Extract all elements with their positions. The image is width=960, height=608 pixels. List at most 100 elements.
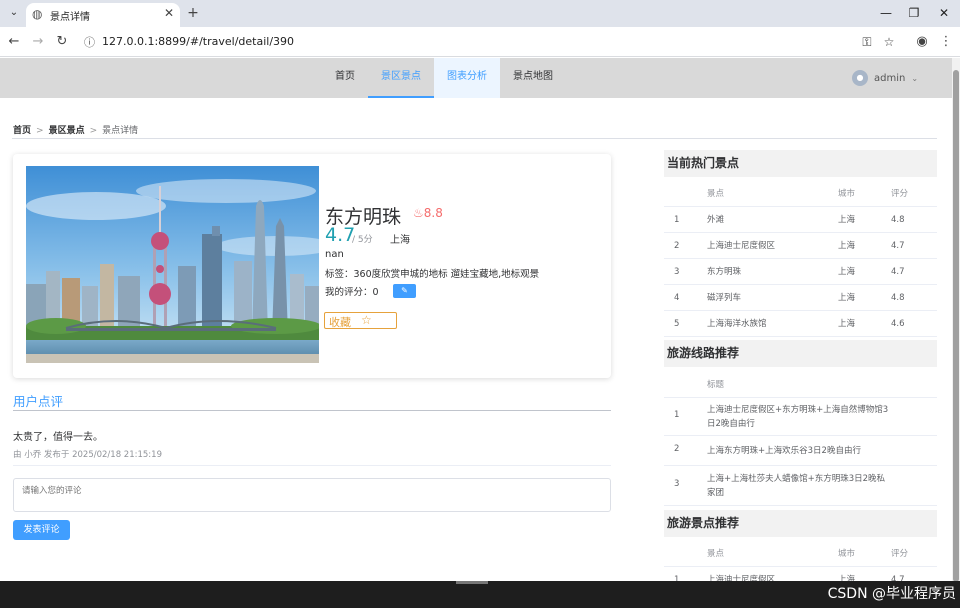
row-city: 上海 bbox=[838, 319, 856, 329]
globe-icon: ◍ bbox=[32, 7, 43, 21]
edit-icon: ✎ bbox=[401, 286, 408, 295]
header-city: 城市 bbox=[838, 549, 856, 559]
header-city: 城市 bbox=[838, 189, 856, 199]
top-menu: 首页 景区景点 图表分析 景点地图 bbox=[322, 58, 566, 98]
browser-tab[interactable]: ◍ 景点详情 ✕ bbox=[26, 3, 180, 27]
row-city: 上海 bbox=[838, 215, 856, 225]
row-name[interactable]: 上海海洋水族馆 bbox=[707, 311, 767, 337]
row-title[interactable]: 上海迪士尼度假区+东方明珠+上海自然博物馆3日2晚自由行 bbox=[707, 403, 892, 431]
user-name: admin bbox=[874, 72, 906, 84]
row-city: 上海 bbox=[838, 241, 856, 251]
spot-photo bbox=[26, 166, 319, 363]
row-score: 4.7 bbox=[891, 241, 905, 251]
menu-item-home[interactable]: 首页 bbox=[322, 58, 368, 98]
more-menu-icon[interactable]: ⋮ bbox=[936, 32, 956, 52]
routes-table: 标题 1 上海迪士尼度假区+东方明珠+上海自然博物馆3日2晚自由行 2 上海东方… bbox=[664, 372, 937, 508]
forward-icon[interactable]: → bbox=[28, 32, 48, 52]
header-name: 景点 bbox=[707, 189, 725, 199]
row-index: 5 bbox=[674, 319, 680, 329]
row-name[interactable]: 磁浮列车 bbox=[707, 285, 741, 311]
divider bbox=[12, 138, 937, 139]
table-row[interactable]: 4 磁浮列车 上海 4.8 bbox=[664, 285, 937, 311]
avatar: ● bbox=[852, 70, 868, 86]
reviews-title: 用户点评 bbox=[13, 394, 64, 409]
user-dropdown[interactable]: ● admin ⌄ bbox=[852, 68, 918, 88]
key-icon[interactable]: ⚿ bbox=[858, 33, 876, 51]
review-input[interactable] bbox=[13, 478, 611, 512]
row-index: 1 bbox=[674, 410, 680, 420]
row-name[interactable]: 上海迪士尼度假区 bbox=[707, 567, 775, 581]
table-row[interactable]: 1 外滩 上海 4.8 bbox=[664, 207, 937, 233]
row-city: 上海 bbox=[838, 293, 856, 303]
breadcrumb-separator: > bbox=[36, 126, 44, 136]
favorite-button[interactable]: 收藏 ☆ bbox=[324, 312, 397, 329]
row-name[interactable]: 东方明珠 bbox=[707, 259, 741, 285]
scrollbar-thumb[interactable] bbox=[953, 70, 959, 582]
restore-icon[interactable]: ❐ bbox=[904, 4, 924, 22]
header-score: 评分 bbox=[891, 549, 909, 559]
row-city: 上海 bbox=[838, 575, 856, 581]
row-index: 4 bbox=[674, 293, 680, 303]
row-index: 1 bbox=[674, 575, 680, 581]
spot-tags: 标签：360度欣赏申城的地标 遛娃宝藏地,地标观景 bbox=[325, 269, 540, 280]
row-city: 上海 bbox=[838, 267, 856, 277]
row-title[interactable]: 上海+上海杜莎夫人蜡像馆+东方明珠3日2晚私家团 bbox=[707, 472, 892, 500]
table-row[interactable]: 2 上海东方明珠+上海欢乐谷3日2晚自由行 bbox=[664, 436, 937, 466]
review-meta: 由 小乔 发布于 2025/02/18 21:15:19 bbox=[13, 450, 162, 460]
divider bbox=[13, 410, 611, 411]
vertical-scrollbar[interactable] bbox=[952, 58, 960, 582]
row-name[interactable]: 外滩 bbox=[707, 207, 724, 233]
breadcrumb-current: 景点详情 bbox=[102, 126, 139, 136]
table-row[interactable]: 3 上海+上海杜莎夫人蜡像馆+东方明珠3日2晚私家团 bbox=[664, 466, 937, 506]
site-info-icon[interactable]: ⓘ bbox=[84, 34, 95, 50]
edit-score-button[interactable]: ✎ bbox=[393, 284, 416, 298]
submit-review-button[interactable]: 发表评论 bbox=[13, 520, 70, 540]
browser-toolbar: ← → ↻ ⓘ 127.0.0.1:8899/#/travel/detail/3… bbox=[0, 27, 960, 57]
row-score: 4.8 bbox=[891, 215, 905, 225]
header-score: 评分 bbox=[891, 189, 909, 199]
routes-title: 旅游线路推荐 bbox=[664, 340, 937, 367]
close-icon[interactable]: ✕ bbox=[164, 6, 174, 20]
profile-icon[interactable]: ◉ bbox=[912, 32, 932, 52]
menu-item-charts[interactable]: 图表分析 bbox=[434, 58, 500, 98]
table-row[interactable]: 2 上海迪士尼度假区 上海 4.7 bbox=[664, 233, 937, 259]
score-total: / 5分 bbox=[352, 235, 373, 245]
breadcrumb: 首页 > 景区景点 > 景点详情 bbox=[13, 123, 138, 136]
favorite-label: 收藏 bbox=[329, 316, 351, 329]
menu-item-spots[interactable]: 景区景点 bbox=[368, 58, 434, 98]
bookmark-star-icon[interactable]: ☆ bbox=[880, 33, 898, 51]
row-index: 3 bbox=[674, 479, 680, 489]
star-icon: ☆ bbox=[361, 313, 372, 327]
table-row[interactable]: 1 上海迪士尼度假区 上海 4.7 bbox=[664, 567, 937, 581]
new-tab-icon[interactable]: + bbox=[185, 4, 201, 22]
row-index: 3 bbox=[674, 267, 680, 277]
spot-detail-card: 东方明珠 ♨8.8 4.7 / 5分 上海 nan 标签：360度欣赏申城的地标… bbox=[13, 154, 611, 378]
header-title: 标题 bbox=[707, 380, 725, 390]
shanghai-skyline-image bbox=[26, 166, 319, 363]
back-icon[interactable]: ← bbox=[4, 32, 24, 52]
browser-tabstrip: ⌄ ◍ 景点详情 ✕ + — ❐ ✕ bbox=[0, 0, 960, 27]
row-title[interactable]: 上海东方明珠+上海欢乐谷3日2晚自由行 bbox=[707, 444, 892, 458]
breadcrumb-home[interactable]: 首页 bbox=[13, 126, 31, 136]
address-bar[interactable]: ⓘ 127.0.0.1:8899/#/travel/detail/390 ⚿ ☆ bbox=[78, 30, 910, 54]
table-header: 景点 城市 评分 bbox=[664, 541, 937, 567]
window-close-icon[interactable]: ✕ bbox=[934, 4, 954, 22]
row-score: 4.7 bbox=[891, 575, 905, 581]
spot-description: nan bbox=[325, 249, 344, 260]
table-row[interactable]: 3 东方明珠 上海 4.7 bbox=[664, 259, 937, 285]
breadcrumb-separator: > bbox=[89, 126, 98, 136]
taskbar bbox=[0, 581, 960, 608]
tab-search-icon[interactable]: ⌄ bbox=[4, 4, 24, 22]
minimize-icon[interactable]: — bbox=[876, 4, 896, 22]
row-score: 4.8 bbox=[891, 293, 905, 303]
table-header: 标题 bbox=[664, 372, 937, 398]
row-name[interactable]: 上海迪士尼度假区 bbox=[707, 233, 775, 259]
reload-icon[interactable]: ↻ bbox=[52, 32, 72, 52]
breadcrumb-section[interactable]: 景区景点 bbox=[49, 126, 85, 136]
chevron-down-icon: ⌄ bbox=[911, 73, 919, 83]
table-row[interactable]: 1 上海迪士尼度假区+东方明珠+上海自然博物馆3日2晚自由行 bbox=[664, 398, 937, 436]
horizontal-scrollbar-thumb[interactable] bbox=[456, 581, 488, 584]
watermark: CSDN @毕业程序员 bbox=[827, 586, 956, 602]
table-row[interactable]: 5 上海海洋水族馆 上海 4.6 bbox=[664, 311, 937, 337]
menu-item-map[interactable]: 景点地图 bbox=[500, 58, 566, 98]
